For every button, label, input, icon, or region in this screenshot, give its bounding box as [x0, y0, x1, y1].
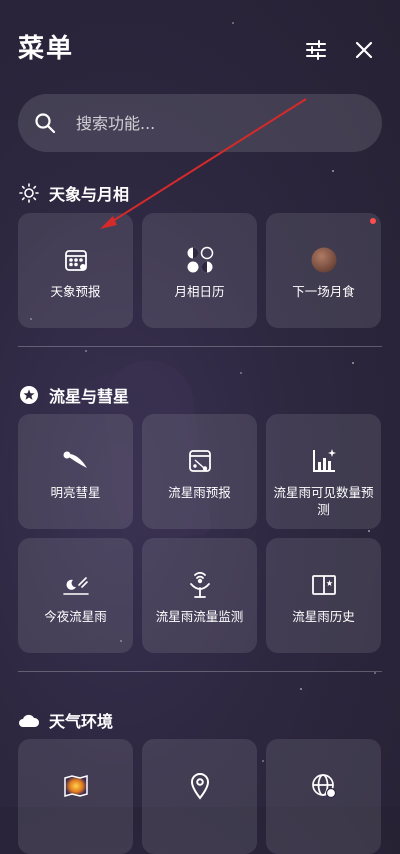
annotation-arrow	[100, 98, 307, 229]
